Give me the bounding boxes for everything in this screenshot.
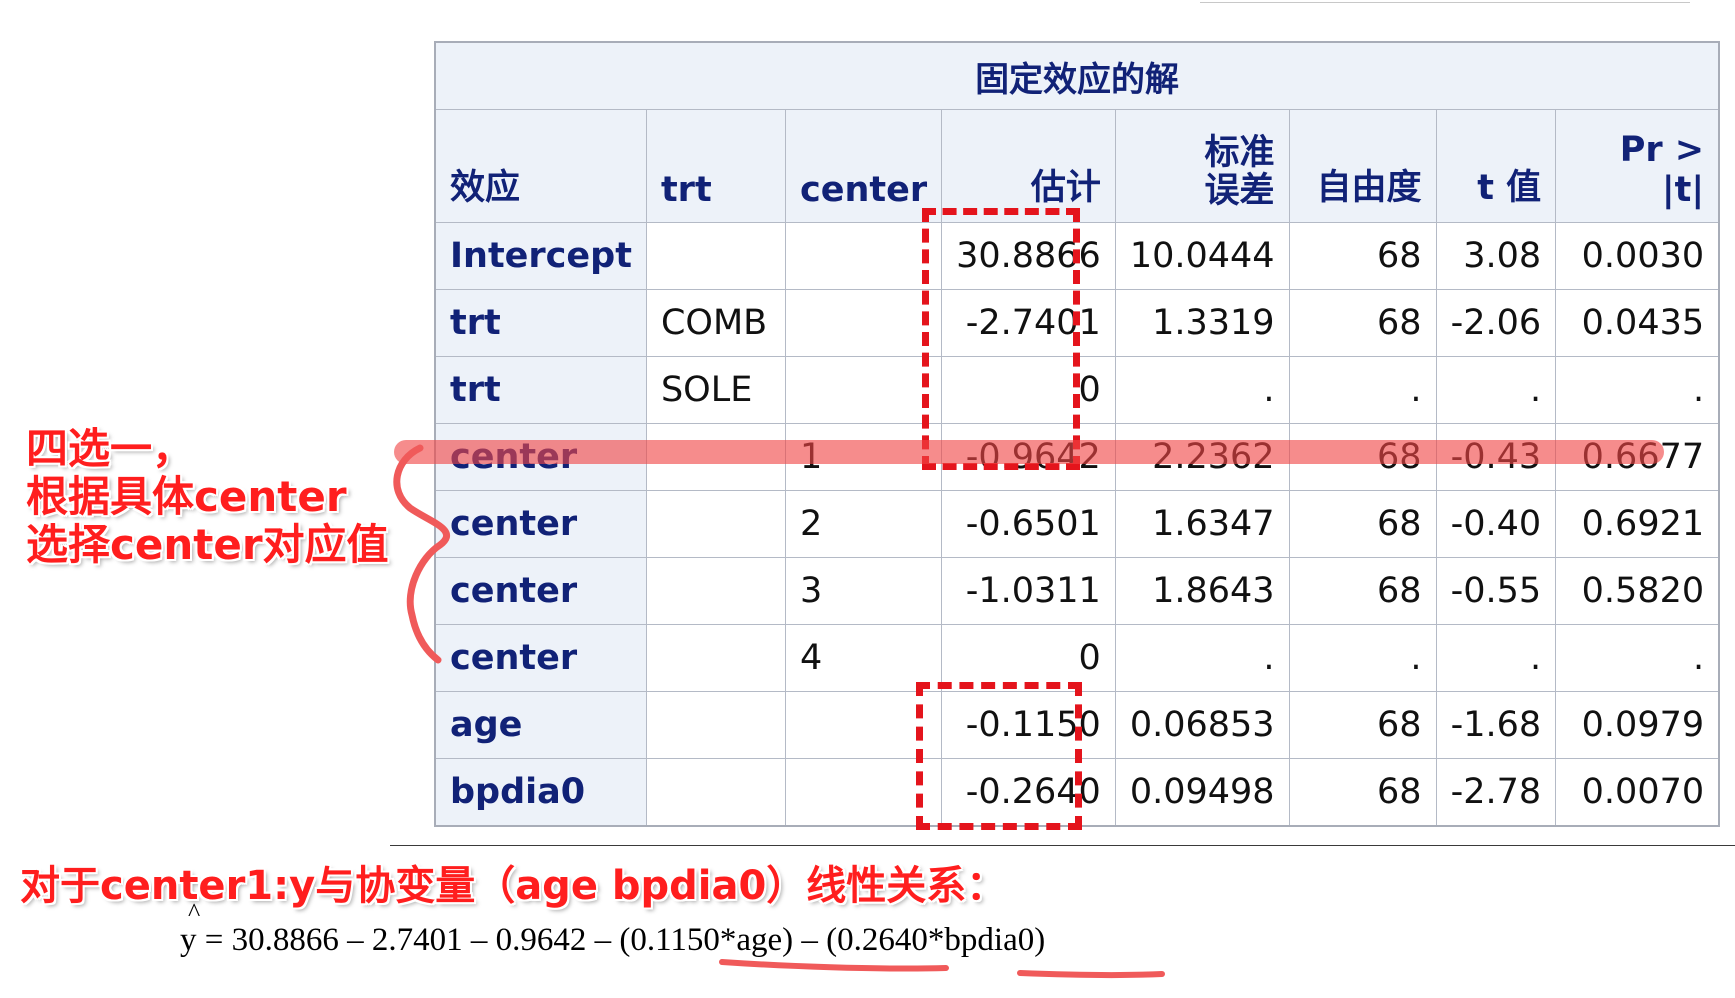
bracket-stroke bbox=[393, 444, 450, 664]
annotation-line: 四选一， bbox=[26, 424, 195, 473]
annotation-line: 根据具体center bbox=[26, 472, 347, 521]
choose-one-annotation: 四选一， 根据具体center 选择center对应值 bbox=[26, 425, 389, 569]
regression-formula: ^ y = 30.8866 – 2.7401 – 0.9642 – (0.115… bbox=[180, 898, 1046, 959]
underline-age bbox=[719, 959, 949, 972]
formula-text: y = 30.8866 – 2.7401 – 0.9642 – (0.1150*… bbox=[180, 922, 1046, 958]
hat-symbol: ^ bbox=[188, 898, 201, 927]
underline-bpdia0 bbox=[1017, 970, 1165, 979]
annotation-line: 选择center对应值 bbox=[26, 520, 389, 569]
center1-relation-annotation: 对于center1:y与协变量（age bpdia0）线性关系： bbox=[20, 863, 1007, 909]
